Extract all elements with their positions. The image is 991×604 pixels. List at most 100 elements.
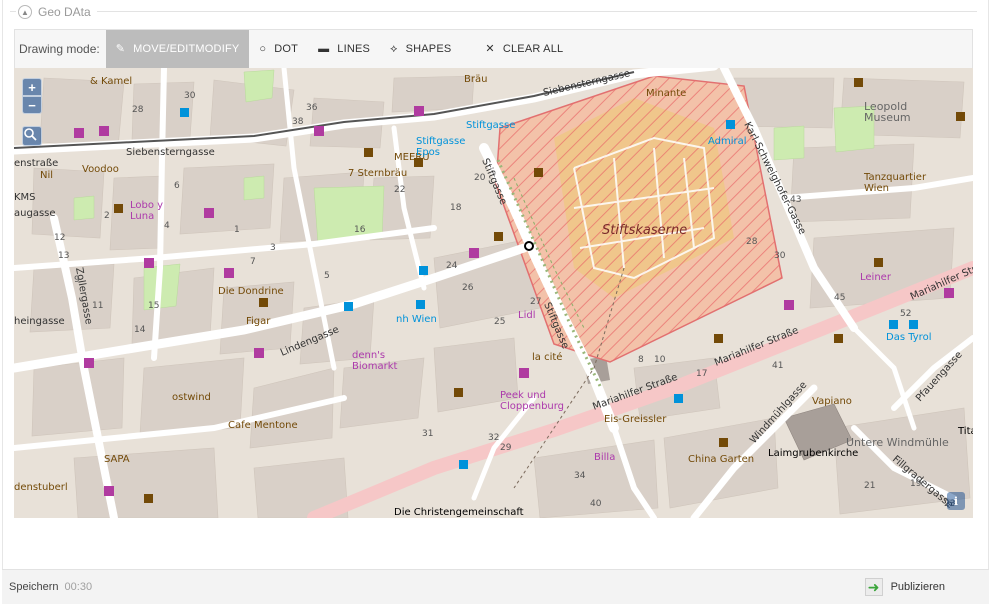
poi-label: ostwind [172,392,211,403]
fieldset-border [10,11,977,12]
drawing-toolbar: Drawing mode: ✎ MOVE/EDITMODIFY ○ DOT ▬ … [14,29,973,69]
clear-all-label: CLEAR ALL [502,43,564,55]
house-number: 3 [270,243,276,253]
poi-label: Untere Windmühle [846,436,949,449]
dot-button[interactable]: ○ DOT [249,30,308,69]
poi-label: nh Wien [396,314,437,325]
lines-button[interactable]: ▬ LINES [308,30,380,69]
house-number: 18 [450,203,462,213]
street-label: augasse [14,208,56,219]
street-label: Siebensterngasse [126,147,215,158]
house-number: 22 [394,185,405,195]
status-bar: Speichern 00:30 ➜ Publizieren [2,569,989,604]
house-number: 12 [54,233,65,243]
close-icon: ✕ [485,42,495,55]
chevron-up-icon[interactable]: ▲ [18,5,32,19]
house-number: 32 [488,433,499,443]
area-label-stiftskaserne: Stiftskaserne [602,223,687,238]
poi-label: Laimgrubenkirche [768,448,858,459]
poi-label: & Kamel [90,76,132,87]
house-number: 20 [474,173,486,183]
shapes-icon: ⟡ [390,42,398,55]
house-number: 16 [354,225,366,235]
house-number: 21 [864,481,875,491]
poi-label: Tita [957,426,973,437]
house-number: 15 [148,301,159,311]
house-number: 25 [494,317,505,327]
poi-label: China Garten [688,454,754,465]
house-number: 40 [590,499,602,509]
poi-label: Figar [246,316,271,327]
house-number: 11 [92,301,103,311]
circle-icon: ○ [259,42,267,55]
move-edit-button[interactable]: ✎ MOVE/EDITMODIFY [105,29,250,69]
house-number: 19 [910,479,922,489]
shapes-button[interactable]: ⟡ SHAPES [380,30,461,69]
poi-label: Admiral [708,136,747,147]
house-number: 30 [184,91,196,101]
house-number: 31 [422,429,433,439]
street-label: enstraße [14,158,58,169]
poi-label: Eis-Greissler [604,414,667,425]
attribution-button[interactable]: i [947,492,965,510]
house-number: 38 [292,117,304,127]
map-canvas[interactable]: Siebensterngasse Siebensterngasse Stiftg… [14,68,973,518]
house-number: 28 [132,105,144,115]
house-number: 2 [104,211,110,221]
house-number: 45 [834,293,845,303]
poi-label: denstuberl [14,482,68,493]
fieldset-legend: ▲ Geo DAta [16,3,97,21]
pencil-icon: ✎ [115,42,126,55]
poi-label: 7 Sternbräu [348,168,407,179]
poi-label: Cafe Mentone [228,420,298,431]
save-label: Speichern [9,581,59,593]
shapes-label: SHAPES [405,43,452,55]
poi-label: Nil [40,170,53,181]
line-icon: ▬ [318,42,330,55]
clear-all-button[interactable]: ✕ CLEAR ALL [475,30,573,69]
house-number: 30 [774,251,786,261]
house-number: 17 [696,369,707,379]
lines-label: LINES [337,43,371,55]
save-time: 00:30 [64,581,93,593]
poi-label: Minante [646,88,686,99]
arrow-right-icon: ➜ [864,578,883,596]
poi-label: Lidl [518,310,535,321]
publish-label: Publizieren [890,581,945,593]
house-number: 27 [530,297,541,307]
house-number: 34 [574,471,586,481]
move-edit-label: MOVE/EDITMODIFY [133,43,240,55]
poi-label: Bräu [464,74,487,85]
house-number: 1 [234,225,240,235]
zoom-extent-icon[interactable] [22,126,42,146]
zoom-in-button[interactable]: + [22,78,42,96]
poi-label: Die Christengemeinschaft [394,507,524,518]
house-number: 26 [462,283,474,293]
panel-title: Geo DAta [38,5,91,19]
drawing-mode-label: Drawing mode: [19,42,100,56]
zoom-out-button[interactable]: − [22,96,42,114]
house-number: 14 [134,325,146,335]
publish-button[interactable]: ➜ Publizieren [864,577,945,597]
street-label: KMS [14,192,36,203]
poi-label: SAPA [104,454,130,465]
house-number: 10 [654,355,666,365]
poi-label: Das Tyrol [886,332,931,343]
house-number: 36 [306,103,318,113]
house-number: 52 [900,309,911,319]
dot-label: DOT [274,43,299,55]
poi-label: Leiner [860,272,892,283]
house-number: 9 [74,275,80,285]
poi-label: Die Dondrine [218,286,284,297]
map-tiles: Siebensterngasse Siebensterngasse Stiftg… [14,68,973,518]
house-number: 8 [638,355,644,365]
house-number: 7 [250,257,256,267]
house-number: 29 [500,443,512,453]
poi-label: Leopold Museum [864,100,911,124]
poi-label: Stiftgasse [466,120,515,131]
house-number: 5 [324,271,330,281]
house-number: 4 [164,221,170,231]
poi-label: Vapiano [812,396,852,407]
house-number: 43 [790,195,801,205]
street-label: heingasse [14,316,65,327]
